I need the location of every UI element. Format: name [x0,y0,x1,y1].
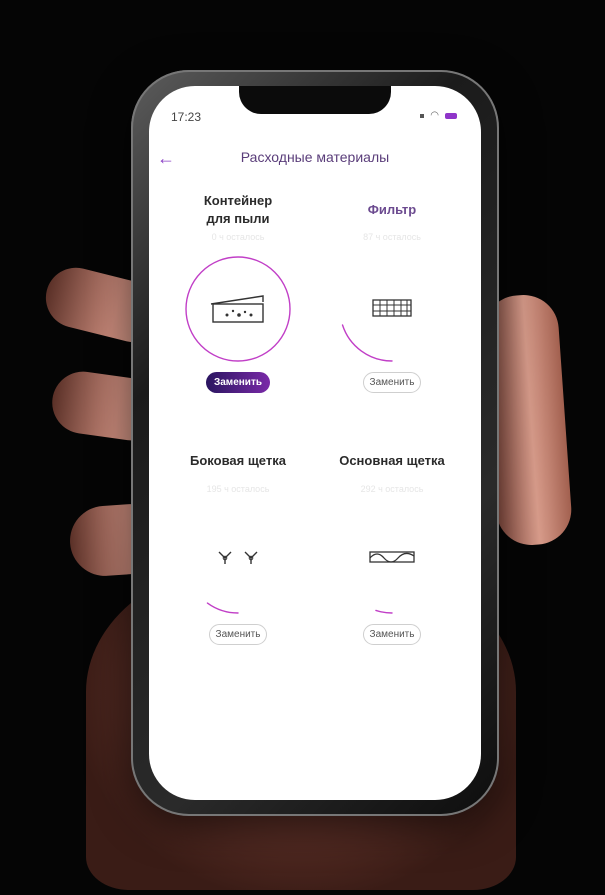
consumable-name: Контейнер для пыли [203,193,273,226]
remaining-time: 292 ч осталось [360,484,424,494]
replace-button[interactable]: Заменить [362,372,422,393]
consumable-card-side-brush: Боковая щетка 195 ч осталось Заменить [155,452,321,645]
progress-ring [183,506,293,616]
replace-button[interactable]: Заменить [205,372,271,393]
filter-icon [372,299,412,317]
remaining-time: 0 ч осталось [211,232,265,242]
status-time: 17:23 [171,110,202,124]
progress-ring [337,506,447,616]
consumable-name: Фильтр [367,202,417,217]
dust-container-icon [210,295,264,323]
consumable-card-dust-container: Контейнер для пыли 0 ч осталось Заменить [155,192,321,393]
replace-button[interactable]: Заменить [362,624,422,645]
app-screen: 17:23 ◠ ← Расходные материалы Контейнер … [149,86,481,800]
side-brush-icon [218,551,258,564]
page-title: Расходные материалы [240,149,390,165]
consumable-name: Основная щетка [339,453,445,468]
phone-notch [239,86,391,114]
replace-button[interactable]: Заменить [208,624,268,645]
remaining-time: 87 ч осталось [363,232,421,242]
progress-ring [337,254,447,364]
remaining-time: 195 ч осталось [206,484,270,494]
progress-ring [183,254,293,364]
consumable-name: Боковая щетка [190,453,286,468]
wifi-icon: ◠ [430,110,439,121]
status-icons: ◠ [420,110,457,121]
consumable-card-main-brush: Основная щетка 292 ч осталось Заменить [309,452,475,645]
main-brush-icon [369,551,415,563]
battery-icon [445,112,457,119]
consumable-card-filter: Фильтр 87 ч осталось Заменить [309,192,475,393]
signal-icon [420,113,425,118]
